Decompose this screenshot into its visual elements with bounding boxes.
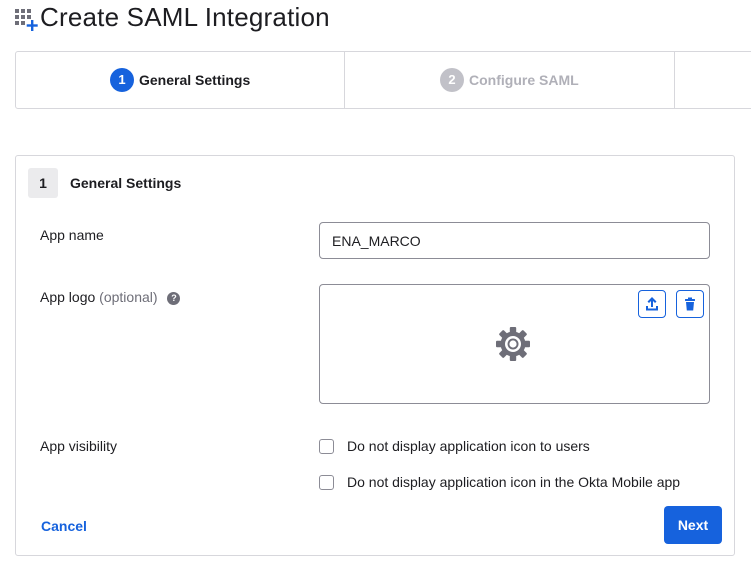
cancel-button[interactable]: Cancel [41, 518, 87, 534]
gear-icon [494, 325, 532, 363]
step-2-number: 2 [440, 68, 464, 92]
help-icon[interactable]: ? [167, 292, 181, 305]
app-logo-label-text: App logo [40, 289, 96, 305]
section-title: General Settings [70, 175, 182, 191]
step-1-number: 1 [110, 68, 134, 92]
step-divider [344, 52, 345, 108]
section-number: 1 [28, 168, 58, 198]
hide-icon-mobile-checkbox[interactable] [319, 475, 334, 490]
upload-logo-button[interactable] [638, 290, 666, 318]
delete-logo-button[interactable] [676, 290, 704, 318]
app-logo-label: App logo (optional) ? [40, 289, 181, 305]
upload-icon [646, 297, 658, 311]
trash-icon [685, 297, 695, 311]
page-title: Create SAML Integration [40, 2, 330, 32]
step-2-label: Configure SAML [469, 72, 579, 88]
step-divider [674, 52, 675, 108]
app-add-icon [14, 8, 40, 32]
app-visibility-label: App visibility [40, 438, 118, 454]
hide-icon-mobile-label[interactable]: Do not display application icon in the O… [347, 474, 680, 490]
hide-icon-users-checkbox[interactable] [319, 439, 334, 454]
app-name-input[interactable] [319, 222, 710, 259]
next-button[interactable]: Next [664, 506, 722, 544]
hide-icon-users-label[interactable]: Do not display application icon to users [347, 438, 590, 454]
step-1-label: General Settings [139, 72, 251, 88]
optional-hint: (optional) [99, 289, 158, 305]
app-name-label: App name [40, 227, 104, 243]
